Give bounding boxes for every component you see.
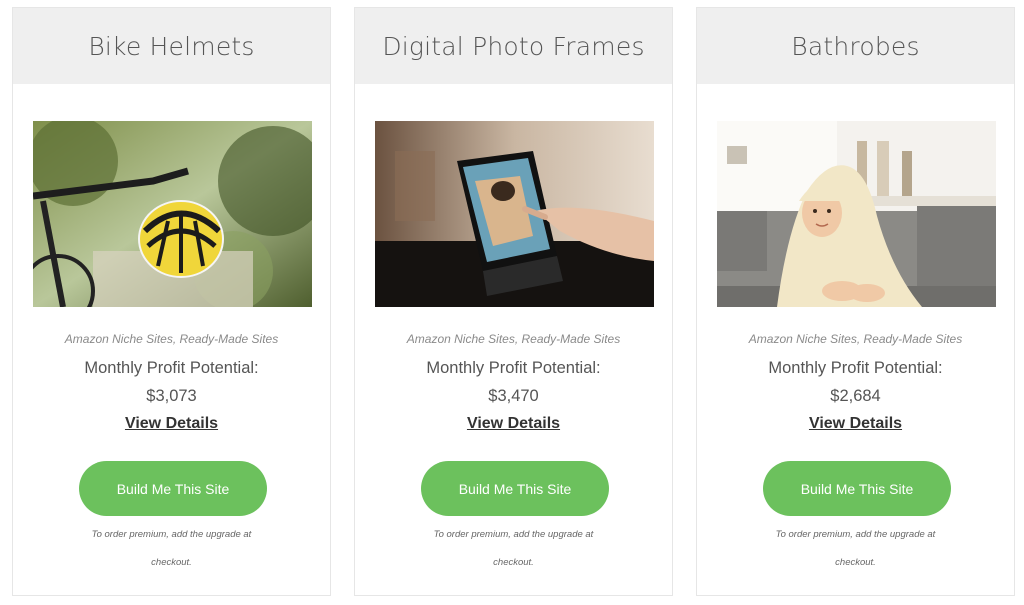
card-categories: Amazon Niche Sites, Ready-Made Sites: [406, 332, 621, 346]
product-card: Digital Photo Frames Amazon Niche Sites,…: [354, 7, 673, 596]
card-title[interactable]: Bathrobes: [791, 32, 919, 61]
digital-photo-frame-photo[interactable]: [375, 121, 654, 307]
card-title[interactable]: Digital Photo Frames: [382, 32, 644, 61]
product-grid: Bike Helmets Amazon Niche Sites, Ready-M…: [0, 0, 1024, 605]
card-categories: Amazon Niche Sites, Ready-Made Sites: [64, 332, 279, 346]
product-card: Bathrobes Amazon Niche Sites, Ready-Made…: [696, 7, 1015, 596]
product-card: Bike Helmets Amazon Niche Sites, Ready-M…: [12, 7, 331, 596]
build-me-this-site-button[interactable]: Build Me This Site: [79, 461, 267, 516]
profit-potential-label: Monthly Profit Potential:: [768, 359, 943, 377]
view-details-link[interactable]: View Details: [697, 415, 1014, 433]
profit-potential-label: Monthly Profit Potential:: [426, 359, 601, 377]
profit-potential-value: $3,470: [488, 387, 539, 405]
view-details-link[interactable]: View Details: [13, 415, 330, 433]
card-categories: Amazon Niche Sites, Ready-Made Sites: [748, 332, 963, 346]
bike-helmet-photo[interactable]: [33, 121, 312, 307]
build-me-this-site-button[interactable]: Build Me This Site: [421, 461, 609, 516]
premium-order-note: To order premium, add the upgrade at che…: [91, 529, 252, 568]
build-me-this-site-button[interactable]: Build Me This Site: [763, 461, 951, 516]
profit-potential-label: Monthly Profit Potential:: [84, 359, 259, 377]
profit-potential-value: $3,073: [146, 387, 197, 405]
card-header: Bathrobes: [697, 8, 1014, 84]
card-title[interactable]: Bike Helmets: [88, 32, 254, 61]
premium-order-note: To order premium, add the upgrade at che…: [433, 529, 594, 568]
card-header: Digital Photo Frames: [355, 8, 672, 84]
profit-potential-value: $2,684: [830, 387, 881, 405]
bathrobe-child-photo[interactable]: [717, 121, 996, 307]
premium-order-note: To order premium, add the upgrade at che…: [775, 529, 936, 568]
view-details-link[interactable]: View Details: [355, 415, 672, 433]
card-header: Bike Helmets: [13, 8, 330, 84]
